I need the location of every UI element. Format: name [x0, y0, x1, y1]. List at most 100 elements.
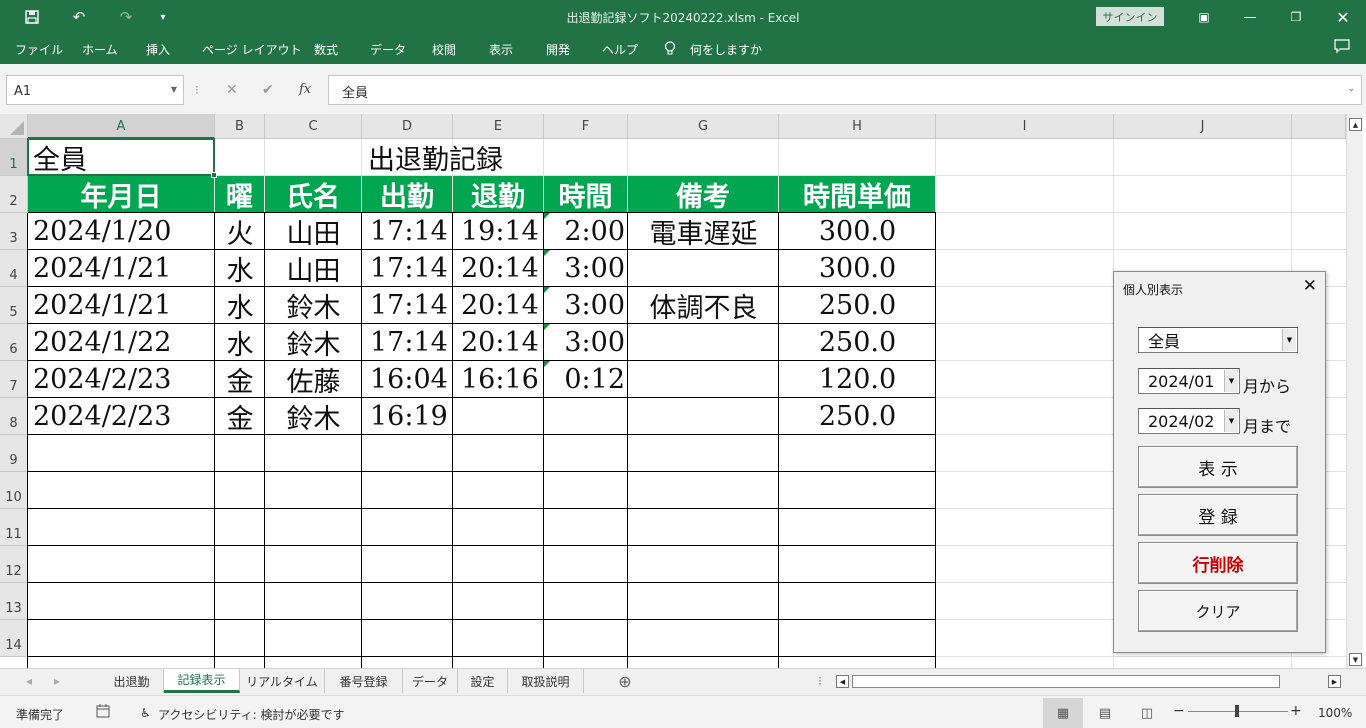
data-cell[interactable]: 山田: [265, 250, 362, 287]
insert-function-icon[interactable]: fx: [299, 82, 311, 97]
fill-handle[interactable]: [211, 172, 217, 178]
data-cell[interactable]: [628, 361, 779, 398]
scroll-right-icon[interactable]: ▶: [1328, 675, 1341, 688]
sheet-tab[interactable]: 出退勤: [100, 669, 164, 693]
dialog-close-icon[interactable]: ✕: [1303, 276, 1317, 296]
header-cell[interactable]: 時間単価: [779, 176, 935, 213]
chevron-down-icon[interactable]: ▼: [1224, 370, 1238, 392]
select-all-corner[interactable]: [0, 114, 28, 139]
data-cell[interactable]: 0:12: [544, 361, 625, 398]
header-cell[interactable]: 退勤: [453, 176, 543, 213]
macro-record-icon[interactable]: [96, 704, 110, 721]
chevron-down-icon[interactable]: ▼: [1224, 410, 1238, 432]
delete-row-button[interactable]: 行削除: [1138, 542, 1298, 584]
signin-button[interactable]: サインイン: [1096, 7, 1164, 26]
data-cell[interactable]: 300.0: [779, 213, 936, 250]
row-header-4[interactable]: 4: [0, 250, 28, 287]
data-cell[interactable]: 3:00: [544, 324, 625, 361]
header-cell[interactable]: 曜: [215, 176, 264, 213]
horizontal-scroll-thumb[interactable]: [852, 675, 1280, 688]
tab-formulas[interactable]: 数式: [314, 41, 338, 58]
lightbulb-icon[interactable]: [664, 41, 676, 59]
scroll-left-icon[interactable]: ◀: [836, 675, 849, 688]
header-cell[interactable]: 備考: [628, 176, 778, 213]
data-cell[interactable]: 2024/1/21: [33, 250, 215, 287]
data-cell[interactable]: 17:14: [370, 287, 453, 324]
data-cell[interactable]: 20:14: [461, 250, 544, 287]
data-cell[interactable]: [461, 398, 544, 435]
tab-view[interactable]: 表示: [489, 41, 513, 58]
row-header-1[interactable]: 1: [0, 139, 28, 176]
data-cell[interactable]: 2024/2/23: [33, 398, 215, 435]
tab-file[interactable]: ファイル: [15, 41, 63, 58]
column-header-f[interactable]: F: [544, 114, 628, 139]
enter-check-icon[interactable]: ✔: [262, 82, 274, 98]
data-cell[interactable]: 水: [215, 287, 265, 324]
data-cell[interactable]: 16:04: [370, 361, 453, 398]
error-indicator-icon[interactable]: [544, 361, 550, 367]
data-cell[interactable]: 250.0: [779, 324, 936, 361]
restore-button[interactable]: ❐: [1273, 0, 1319, 34]
cancel-icon[interactable]: ✕: [226, 82, 238, 98]
tab-review[interactable]: 校閲: [432, 41, 456, 58]
data-cell[interactable]: 体調不良: [628, 287, 779, 324]
data-cell[interactable]: 鈴木: [265, 398, 362, 435]
scroll-down-icon[interactable]: ▼: [1349, 653, 1362, 666]
data-cell[interactable]: 火: [215, 213, 265, 250]
chevron-down-icon[interactable]: ▼: [171, 85, 177, 94]
scroll-up-icon[interactable]: ▲: [1349, 118, 1362, 131]
sheet-tab[interactable]: リアルタイム: [240, 669, 325, 693]
tell-me-search[interactable]: 何をしますか: [690, 41, 762, 58]
data-cell[interactable]: 20:14: [461, 287, 544, 324]
column-header-d[interactable]: D: [362, 114, 453, 139]
column-header-j[interactable]: J: [1114, 114, 1292, 139]
data-cell[interactable]: [628, 250, 779, 287]
sheet-tab[interactable]: 設定: [458, 669, 508, 693]
data-cell[interactable]: 20:14: [461, 324, 544, 361]
expand-formula-icon[interactable]: ⌄: [1347, 84, 1355, 94]
cell-d1-title[interactable]: 出退勤記録: [368, 139, 628, 176]
zoom-out-icon[interactable]: −: [1173, 703, 1185, 719]
minimize-button[interactable]: —: [1227, 0, 1273, 34]
data-cell[interactable]: 2024/1/20: [33, 213, 215, 250]
column-header-h[interactable]: H: [779, 114, 936, 139]
column-header-b[interactable]: B: [215, 114, 265, 139]
data-cell[interactable]: 水: [215, 324, 265, 361]
chevron-down-icon[interactable]: ▼: [1282, 329, 1296, 351]
tab-insert[interactable]: 挿入: [146, 41, 170, 58]
formula-input[interactable]: 全員 ⌄: [328, 75, 1362, 105]
zoom-level[interactable]: 100%: [1318, 706, 1352, 720]
data-cell[interactable]: 水: [215, 250, 265, 287]
data-cell[interactable]: [628, 324, 779, 361]
from-month-select[interactable]: 2024/01 ▼: [1138, 368, 1240, 394]
error-indicator-icon[interactable]: [544, 324, 550, 330]
data-cell[interactable]: 金: [215, 361, 265, 398]
column-header-e[interactable]: E: [453, 114, 544, 139]
data-cell[interactable]: 3:00: [544, 287, 625, 324]
normal-view-icon[interactable]: ▦: [1043, 698, 1083, 728]
next-sheet-icon[interactable]: ▸: [46, 669, 68, 693]
sheet-tab[interactable]: 記録表示: [164, 669, 240, 693]
row-header-10[interactable]: 10: [0, 472, 28, 509]
page-break-view-icon[interactable]: ◫: [1127, 698, 1167, 728]
column-header-a[interactable]: A: [28, 114, 215, 139]
row-header-14[interactable]: 14: [0, 620, 28, 657]
row-header-8[interactable]: 8: [0, 398, 28, 435]
vertical-scrollbar[interactable]: ▲ ▼: [1346, 114, 1363, 668]
data-cell[interactable]: 佐藤: [265, 361, 362, 398]
error-indicator-icon[interactable]: [544, 250, 550, 256]
sheet-tab[interactable]: 番号登録: [325, 669, 403, 693]
data-cell[interactable]: 250.0: [779, 398, 936, 435]
page-layout-view-icon[interactable]: ▤: [1085, 698, 1125, 728]
clear-button[interactable]: クリア: [1138, 590, 1298, 632]
horizontal-scrollbar[interactable]: ◀ ▶: [834, 673, 1344, 690]
zoom-in-icon[interactable]: +: [1290, 703, 1302, 719]
row-header-12[interactable]: 12: [0, 546, 28, 583]
row-header-6[interactable]: 6: [0, 324, 28, 361]
sheet-tab[interactable]: データ: [403, 669, 458, 693]
sheet-tab[interactable]: 取扱説明: [508, 669, 584, 693]
error-indicator-icon[interactable]: [544, 287, 550, 293]
header-cell[interactable]: 年月日: [28, 176, 214, 213]
data-cell[interactable]: 16:19: [370, 398, 453, 435]
row-header-13[interactable]: 13: [0, 583, 28, 620]
